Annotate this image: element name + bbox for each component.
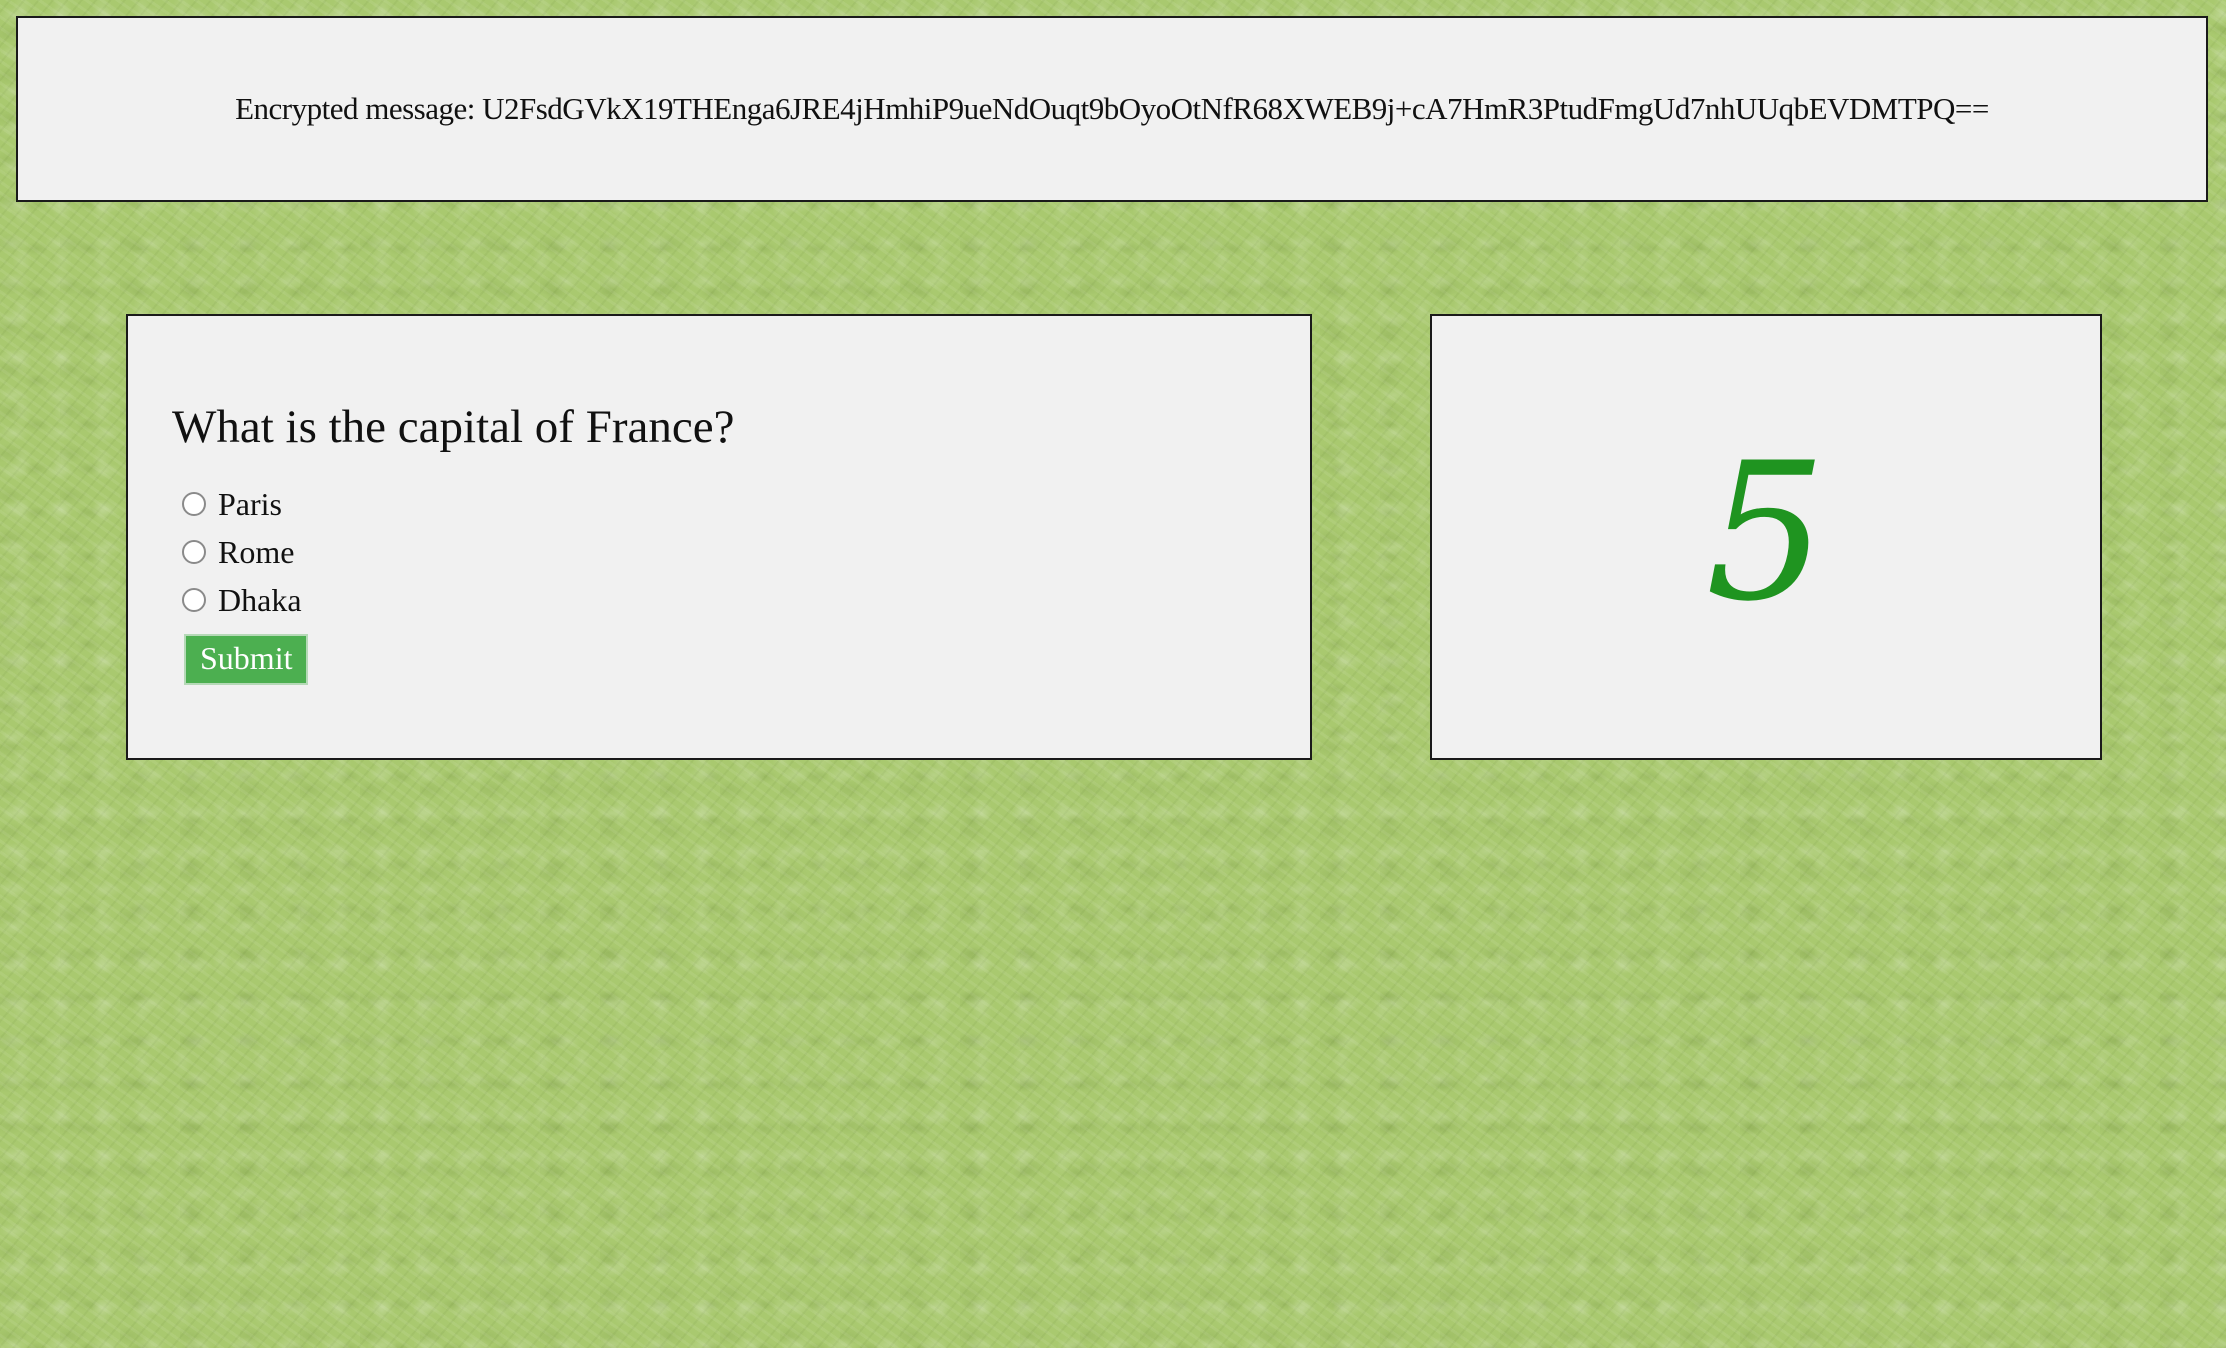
option-label[interactable]: Rome [218, 534, 294, 571]
quiz-card: What is the capital of France? Paris Rom… [126, 314, 1312, 760]
answer-options: Paris Rome Dhaka [172, 480, 1310, 624]
submit-button[interactable]: Submit [184, 634, 309, 685]
radio-button[interactable] [182, 492, 206, 516]
option-rome[interactable]: Rome [172, 528, 1310, 576]
radio-button[interactable] [182, 540, 206, 564]
radio-button[interactable] [182, 588, 206, 612]
encrypted-message-banner: Encrypted message: U2FsdGVkX19THEnga6JRE… [16, 16, 2208, 202]
option-label[interactable]: Dhaka [218, 582, 302, 619]
option-paris[interactable]: Paris [172, 480, 1310, 528]
number-card: 5 [1430, 314, 2102, 760]
option-dhaka[interactable]: Dhaka [172, 576, 1310, 624]
number-display: 5 [1705, 422, 1827, 643]
option-label[interactable]: Paris [218, 486, 282, 523]
question-title: What is the capital of France? [172, 401, 735, 453]
encrypted-message-text: Encrypted message: U2FsdGVkX19THEnga6JRE… [235, 91, 1989, 126]
